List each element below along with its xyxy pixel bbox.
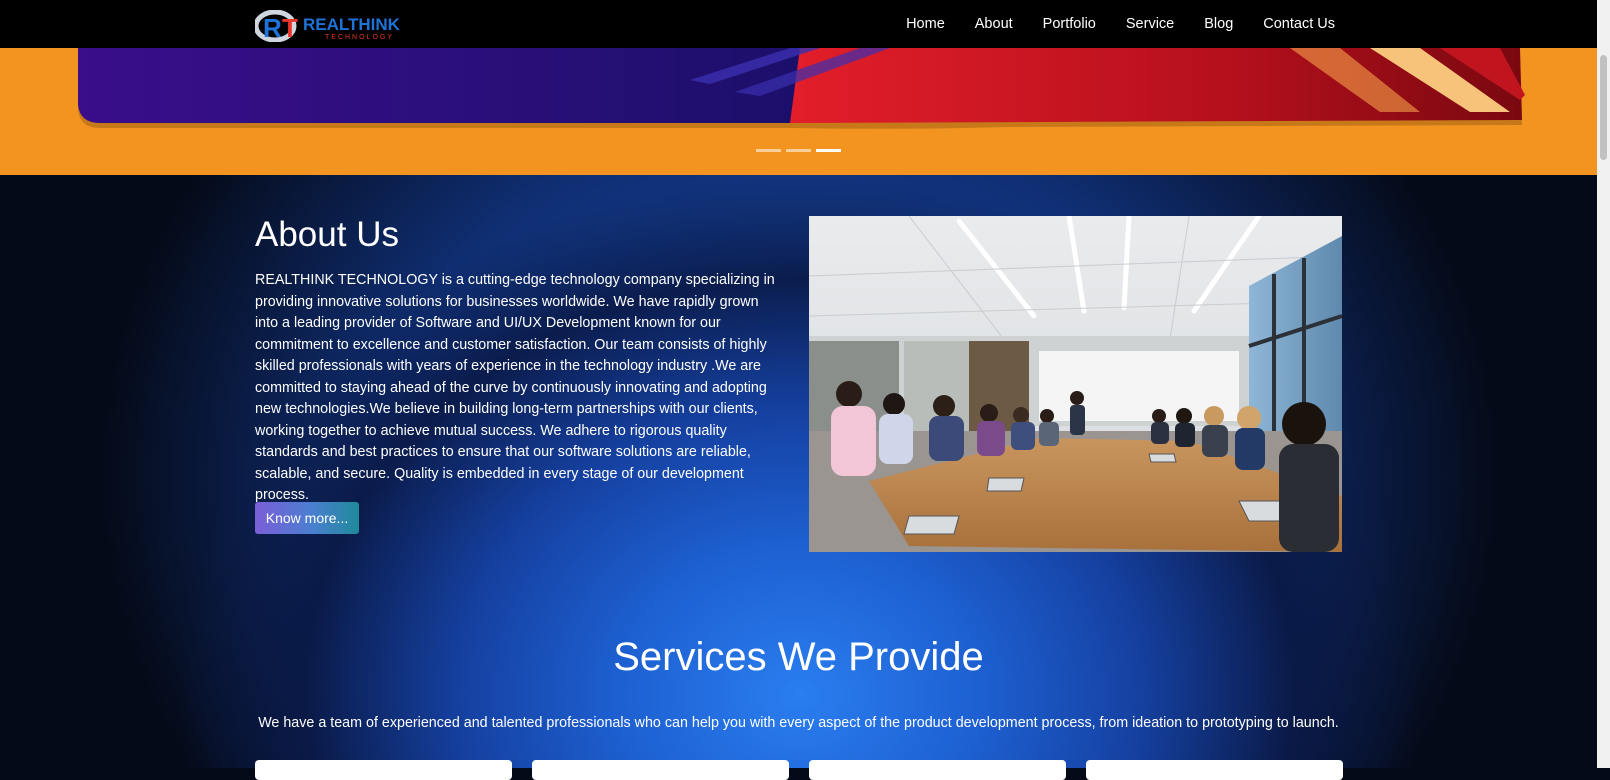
top-navbar: R T REALTHINK TECHNOLOGY Home About Port… [0,0,1597,48]
logo-tagline: TECHNOLOGY [325,34,394,41]
logo-name: REALTHINK [303,15,401,34]
nav-home[interactable]: Home [906,16,945,32]
service-card-1[interactable] [255,760,512,780]
logo-letter-t: T [282,13,298,42]
nav-contact-us[interactable]: Contact Us [1263,16,1335,32]
meeting-room-illustration [809,216,1342,552]
services-title: Services We Provide [613,635,984,679]
about-title: About Us [255,215,399,254]
nav-portfolio[interactable]: Portfolio [1043,16,1096,32]
meeting-room-image [809,216,1342,552]
page-scrollbar[interactable] [1597,0,1610,768]
logo-letter-r: R [263,13,282,42]
services-subtitle: We have a team of experienced and talent… [258,715,1339,731]
nav-about[interactable]: About [975,16,1013,32]
slider-indicators [756,149,841,152]
slider-dot-1[interactable] [756,149,781,152]
nav-blog[interactable]: Blog [1204,16,1233,32]
nav-service[interactable]: Service [1126,16,1174,32]
slider-dot-2[interactable] [786,149,811,152]
slider-dot-3[interactable] [816,149,841,152]
main-section: About Us REALTHINK TECHNOLOGY is a cutti… [0,175,1597,780]
logo-graphic: R T REALTHINK TECHNOLOGY [255,10,401,42]
scrollbar-thumb[interactable] [1600,55,1607,160]
about-text: REALTHINK TECHNOLOGY is a cutting-edge t… [255,272,775,503]
know-more-button[interactable]: Know more... [255,502,359,534]
service-card-2[interactable] [532,760,789,780]
service-card-3[interactable] [809,760,1066,780]
brand-logo[interactable]: R T REALTHINK TECHNOLOGY [255,10,420,42]
nav-menu: Home About Portfolio Service Blog Contac… [906,0,1335,48]
service-card-4[interactable] [1086,760,1343,780]
